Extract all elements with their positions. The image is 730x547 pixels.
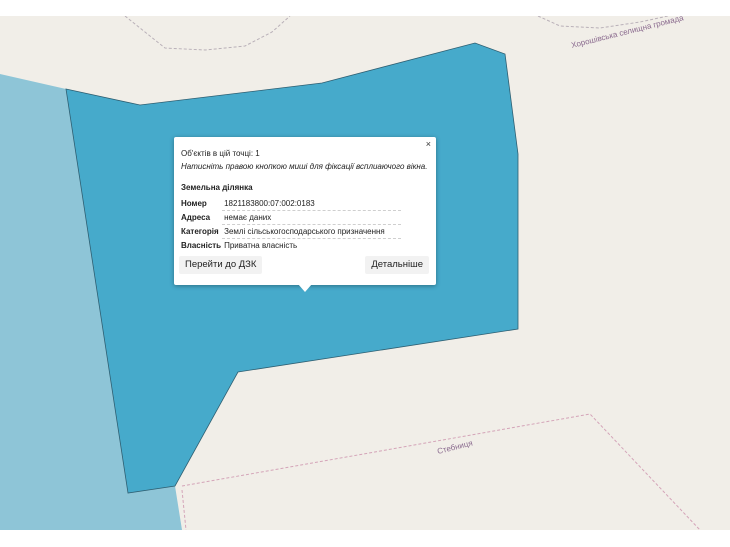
community-label-bottom: Стебниця bbox=[436, 438, 473, 455]
feature-popup: × Об'єктів в цій точці: 1 Натисніть прав… bbox=[174, 137, 436, 292]
popup-tip bbox=[298, 284, 312, 292]
settlement-boundary bbox=[181, 413, 701, 530]
go-to-dzk-button[interactable]: Перейти до ДЗК bbox=[179, 256, 263, 274]
attribute-key: Категорія bbox=[181, 227, 219, 236]
settlement-boundary bbox=[181, 489, 187, 530]
close-icon[interactable]: × bbox=[426, 139, 431, 149]
attribute-value: немає даних bbox=[222, 210, 402, 225]
table-row: Адреса немає даних bbox=[180, 210, 402, 225]
details-button[interactable]: Детальніше bbox=[365, 256, 429, 274]
attribute-value: Землі сільськогосподарського призначення bbox=[222, 224, 402, 239]
parcel-attributes-table: Номер 1821183800:07:002:0183 Адреса нема… bbox=[180, 197, 402, 253]
table-row: Категорія Землі сільськогосподарського п… bbox=[180, 224, 402, 239]
community-label-top: Хорошівська селищна громада bbox=[570, 16, 685, 50]
attribute-key: Номер bbox=[181, 199, 207, 209]
section-title: Земельна ділянка bbox=[181, 183, 253, 192]
attribute-key: Адреса bbox=[181, 213, 211, 222]
admin-boundary-gray bbox=[124, 16, 291, 51]
popup-hint: Натисніть правою кнопкою миші для фіксац… bbox=[181, 162, 428, 171]
objects-count: Об'єктів в цій точці: 1 bbox=[181, 149, 260, 158]
attribute-value: 1821183800:07:002:0183 bbox=[222, 197, 402, 211]
table-row: Власність Приватна власність bbox=[180, 239, 401, 253]
table-row: Номер 1821183800:07:002:0183 bbox=[180, 197, 402, 211]
attribute-value: Приватна власність bbox=[224, 241, 298, 250]
attribute-key: Власність bbox=[181, 240, 222, 250]
